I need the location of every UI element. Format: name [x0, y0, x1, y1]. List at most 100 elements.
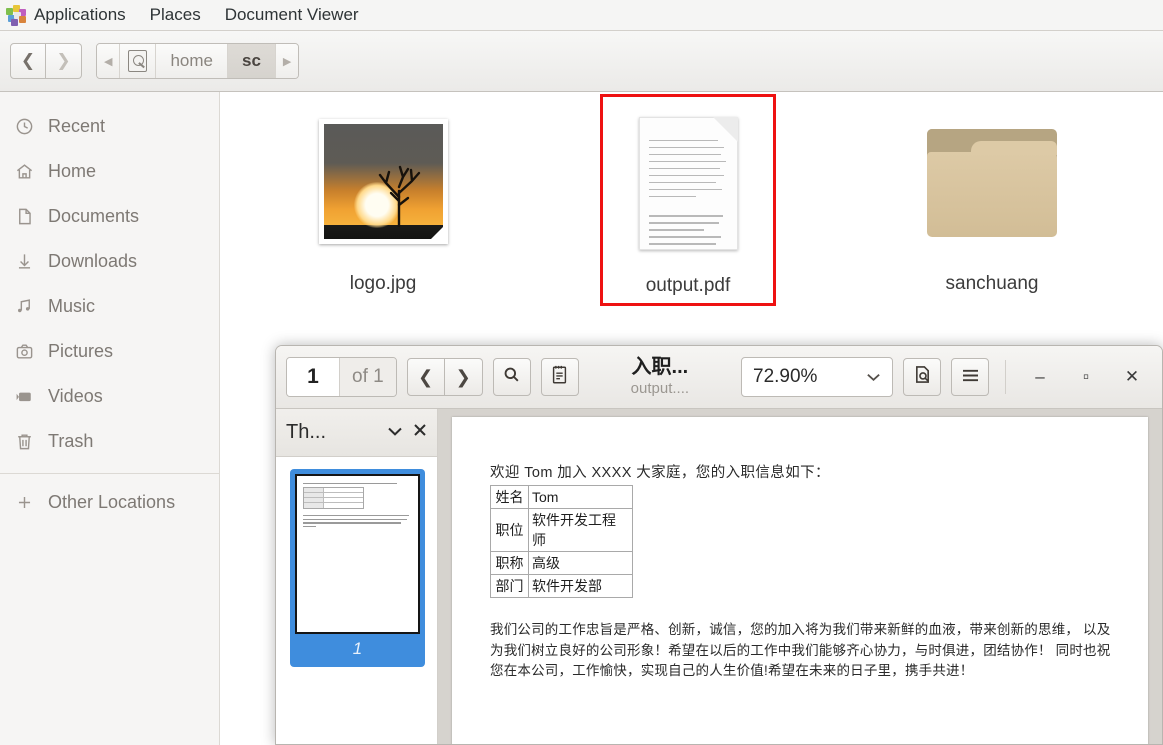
chevron-down-icon — [866, 366, 881, 388]
applications-menu-label: Applications — [34, 5, 126, 24]
minimize-button[interactable]: – — [1020, 360, 1060, 394]
places-menu[interactable]: Places — [138, 0, 213, 31]
document-viewer-body: Th... 1 欢迎 Tom 加入 XXXX 大家庭，您的入职信息如下： 姓名 … — [276, 409, 1162, 744]
maximize-button[interactable]: ▫ — [1066, 360, 1106, 394]
document-icon — [14, 207, 34, 227]
file-manager-sidebar: Recent Home Documents Downloads Music Pi… — [0, 92, 220, 745]
zoom-selector[interactable]: 72.90% — [741, 357, 893, 397]
close-button[interactable]: ✕ — [1112, 360, 1152, 394]
sidebar-item-label: Recent — [48, 116, 106, 136]
applications-menu[interactable]: Applications — [0, 0, 138, 31]
forward-button[interactable]: ❯ — [46, 43, 82, 79]
chevron-left-icon: ❮ — [20, 51, 36, 70]
desktop-top-panel: Applications Places Document Viewer — [0, 0, 1163, 31]
thumbnail-list: 1 — [276, 457, 437, 667]
download-icon — [14, 252, 34, 272]
main-menu-button[interactable] — [951, 358, 989, 396]
document-viewer-menu[interactable]: Document Viewer — [213, 0, 371, 31]
sidebar-item-label: Videos — [48, 386, 103, 406]
close-icon[interactable] — [413, 423, 427, 442]
page-nav-buttons: ❮ ❯ — [406, 358, 483, 396]
zoom-level-value: 72.90% — [753, 366, 818, 387]
thumbnail-item[interactable]: 1 — [290, 469, 425, 667]
pdf-info-table: 姓名 Tom 职位 软件开发工程师 职称 高级 部门 软件开发部 — [490, 485, 633, 598]
pdf-greeting-line: 欢迎 Tom 加入 XXXX 大家庭，您的入职信息如下： — [490, 465, 830, 481]
previous-page-button[interactable]: ❮ — [406, 358, 445, 396]
sidebar-item-label: Trash — [48, 431, 94, 451]
document-viewer-menu-label: Document Viewer — [224, 5, 359, 24]
breadcrumb-item-sc[interactable]: sc — [228, 44, 276, 78]
thumbnail-sidepane: Th... 1 — [276, 409, 438, 744]
table-row: 姓名 Tom — [490, 485, 633, 509]
annotations-button[interactable] — [540, 358, 579, 396]
close-icon: ✕ — [1124, 367, 1140, 386]
search-button[interactable] — [492, 358, 531, 396]
camera-icon — [14, 342, 34, 362]
chevron-right-icon: ❯ — [455, 366, 471, 387]
breadcrumb-drive[interactable] — [120, 44, 157, 78]
table-row: 职位 软件开发工程师 — [490, 508, 633, 552]
fit-page-icon — [914, 365, 931, 389]
breadcrumb-home-label: home — [170, 51, 213, 70]
breadcrumb-item-home[interactable]: home — [156, 44, 228, 78]
file-item-logo[interactable]: logo.jpg — [295, 101, 471, 295]
file-manager-header: ❮ ❯ ◀ home sc ▶ — [0, 31, 1163, 92]
table-cell-key: 职位 — [490, 508, 529, 552]
chevron-down-icon[interactable] — [387, 424, 403, 442]
sidebar-item-music[interactable]: Music — [0, 284, 219, 329]
sidebar-item-documents[interactable]: Documents — [0, 194, 219, 239]
page-number-input[interactable]: 1 — [287, 358, 339, 396]
trash-icon — [14, 432, 34, 452]
breadcrumb-sc-label: sc — [242, 51, 261, 70]
sidebar-item-label: Home — [48, 161, 97, 181]
image-file-icon — [318, 118, 448, 244]
annotations-icon — [551, 365, 568, 390]
history-buttons: ❮ ❯ — [10, 43, 82, 79]
sidebar-item-label: Music — [48, 296, 96, 316]
sidebar-item-videos[interactable]: Videos — [0, 374, 219, 419]
file-item-output-pdf[interactable]: output.pdf — [600, 94, 776, 306]
pdf-file-icon — [638, 116, 738, 250]
sidebar-item-home[interactable]: Home — [0, 149, 219, 194]
next-page-button[interactable]: ❯ — [444, 358, 483, 396]
pdf-paragraph: 我们公司的工作忠旨是严格、创新，诚信，您的加入将为我们带来新鲜的血液，带来创新的… — [490, 622, 1111, 679]
table-row: 职称 高级 — [490, 551, 633, 575]
sidebar-item-pictures[interactable]: Pictures — [0, 329, 219, 374]
table-cell-key: 姓名 — [490, 485, 529, 509]
fit-page-button[interactable] — [903, 358, 941, 396]
chevron-left-icon: ❮ — [418, 366, 434, 387]
table-cell-value: Tom — [528, 485, 633, 509]
sidebar-item-recent[interactable]: Recent — [0, 104, 219, 149]
thumbnail-page-number: 1 — [352, 639, 363, 658]
window-controls: – ▫ ✕ — [1005, 360, 1152, 394]
pdf-canvas[interactable]: 欢迎 Tom 加入 XXXX 大家庭，您的入职信息如下： 姓名 Tom 职位 软… — [438, 409, 1162, 744]
breadcrumb-scroll-left[interactable]: ◀ — [97, 44, 121, 78]
file-name-label: output.pdf — [645, 275, 731, 296]
sidebar-item-label: Pictures — [48, 341, 114, 361]
caret-right-icon: ▶ — [282, 55, 292, 68]
breadcrumb: ◀ home sc ▶ — [96, 43, 300, 79]
document-subtitle: output.... — [630, 380, 690, 398]
back-button[interactable]: ❮ — [10, 43, 46, 79]
page-selector[interactable]: 1 of 1 — [286, 357, 397, 397]
video-icon — [14, 387, 34, 407]
table-cell-value: 软件开发部 — [528, 574, 633, 598]
sidebar-item-trash[interactable]: Trash — [0, 419, 219, 464]
sidebar-divider — [0, 473, 219, 474]
search-icon — [502, 365, 521, 389]
gnome-apps-icon — [6, 5, 26, 26]
file-name-label: sanchuang — [945, 273, 1039, 294]
sidebar-item-other-locations[interactable]: Other Locations — [0, 480, 219, 525]
table-cell-key: 部门 — [490, 574, 529, 598]
table-cell-value: 高级 — [528, 551, 633, 575]
file-icon-wrap — [904, 101, 1080, 261]
file-item-sanchuang[interactable]: sanchuang — [904, 101, 1080, 295]
drive-icon — [128, 50, 148, 72]
music-icon — [14, 297, 34, 317]
sidebar-item-downloads[interactable]: Downloads — [0, 239, 219, 284]
table-row: 部门 软件开发部 — [490, 574, 633, 598]
home-icon — [14, 162, 34, 182]
maximize-icon: ▫ — [1082, 367, 1090, 386]
breadcrumb-scroll-right[interactable]: ▶ — [275, 44, 299, 78]
chevron-right-icon: ❯ — [56, 51, 71, 70]
